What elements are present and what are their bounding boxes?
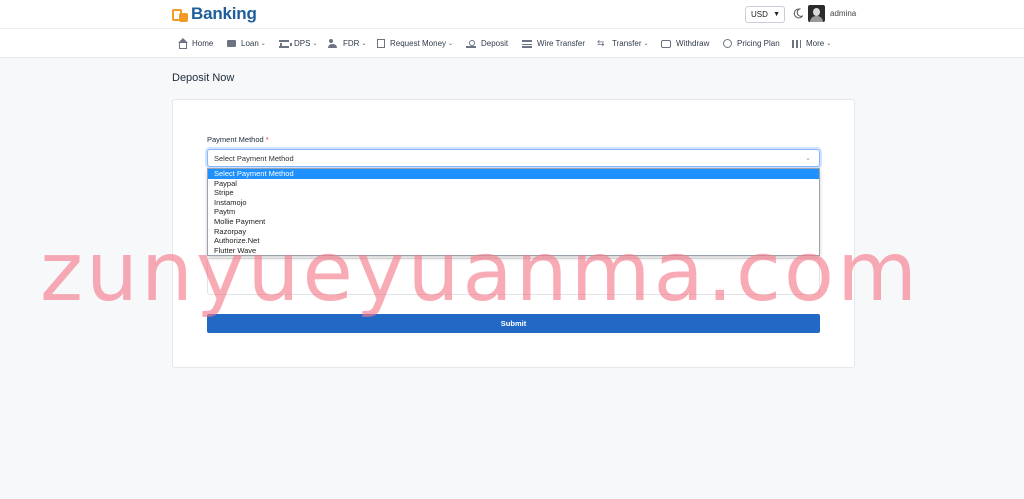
nav-item-wire-transfer[interactable]: Wire Transfer xyxy=(522,29,585,58)
dropdown-option[interactable]: Razorpay xyxy=(208,227,819,237)
dropdown-option[interactable]: Instamojo xyxy=(208,198,819,208)
nav-item-label: Deposit xyxy=(481,39,509,48)
dropdown-option[interactable]: Mollie Payment xyxy=(208,217,819,227)
nav-item-more[interactable]: More ⌄ xyxy=(792,29,831,58)
dropdown-option[interactable]: Flutter Wave xyxy=(208,246,819,256)
chevron-down-icon: ▼ xyxy=(773,11,780,18)
tag-icon xyxy=(723,39,732,48)
chevron-down-icon: ⌄ xyxy=(361,41,367,47)
currency-select[interactable]: USD ▼ xyxy=(745,6,785,23)
chevron-down-icon: ⌄ xyxy=(826,41,832,47)
nav-item-label: Pricing Plan xyxy=(737,39,780,48)
chevron-down-icon: ⌄ xyxy=(805,155,811,162)
wallet-icon xyxy=(661,39,671,48)
nav-item-label: DPS xyxy=(294,39,311,48)
nav-item-withdraw[interactable]: Withdraw xyxy=(661,29,709,58)
grid-icon xyxy=(792,39,801,48)
lines-icon xyxy=(522,39,532,48)
dropdown-option[interactable]: Paypal xyxy=(208,179,819,189)
bank-icon xyxy=(279,39,292,48)
dropdown-option[interactable]: Stripe xyxy=(208,188,819,198)
currency-value: USD xyxy=(751,10,768,19)
payment-method-select[interactable]: Select Payment Method ⌄ xyxy=(207,149,820,167)
loan-icon xyxy=(227,40,236,47)
amount-field[interactable] xyxy=(207,258,820,295)
chevron-down-icon: ⌄ xyxy=(312,41,318,47)
nav-item-pricing-plan[interactable]: Pricing Plan xyxy=(723,29,780,58)
payment-method-label-text: Payment Method xyxy=(207,135,264,144)
document-icon xyxy=(377,39,385,48)
chevron-down-icon: ⌄ xyxy=(448,41,454,47)
page-title: Deposit Now xyxy=(172,72,235,84)
main-nav: Home Loan ⌄ DPS ⌄ FDR ⌄ Request Money ⌄ … xyxy=(0,29,1024,58)
home-icon xyxy=(178,37,188,49)
arrows-icon: ⇆ xyxy=(597,38,605,48)
logo-text: Banking xyxy=(191,4,257,23)
payment-method-selected: Select Payment Method xyxy=(214,153,294,163)
avatar[interactable] xyxy=(808,5,825,22)
payment-method-label: Payment Method * xyxy=(207,135,269,144)
nav-item-label: Loan xyxy=(241,39,259,48)
nav-item-dps[interactable]: DPS ⌄ xyxy=(279,29,317,58)
dark-mode-moon-icon[interactable] xyxy=(793,8,803,19)
nav-item-label: Wire Transfer xyxy=(537,39,586,48)
payment-method-dropdown: Select Payment Method Paypal Stripe Inst… xyxy=(207,168,820,256)
nav-item-request-money[interactable]: Request Money ⌄ xyxy=(377,29,453,58)
nav-item-label: Home xyxy=(192,39,214,48)
nav-item-home[interactable]: Home xyxy=(178,29,214,58)
nav-item-label: Transfer xyxy=(612,39,642,48)
required-mark: * xyxy=(265,135,269,144)
dropdown-option[interactable]: Select Payment Method xyxy=(208,169,819,179)
submit-button[interactable]: Submit xyxy=(207,314,820,333)
logo-icon xyxy=(172,6,189,23)
chevron-down-icon: ⌄ xyxy=(643,41,649,47)
nav-item-loan[interactable]: Loan ⌄ xyxy=(227,29,266,58)
username[interactable]: admina xyxy=(830,9,856,18)
dropdown-option[interactable]: Paytm xyxy=(208,207,819,217)
nav-item-label: More xyxy=(806,39,825,48)
nav-item-label: FDR xyxy=(343,39,360,48)
logo[interactable]: Banking xyxy=(172,3,257,25)
nav-item-label: Request Money xyxy=(390,39,447,48)
nav-item-transfer[interactable]: ⇆ Transfer ⌄ xyxy=(597,29,649,58)
top-header: Banking USD ▼ admina xyxy=(0,0,1024,29)
nav-item-fdr[interactable]: FDR ⌄ xyxy=(328,29,366,58)
nav-item-deposit[interactable]: Deposit xyxy=(466,29,508,58)
dropdown-option[interactable]: Authorize.Net xyxy=(208,236,819,246)
chevron-down-icon: ⌄ xyxy=(260,41,266,47)
users-icon xyxy=(328,39,338,48)
nav-item-label: Withdraw xyxy=(676,39,710,48)
hand-coin-icon xyxy=(466,39,476,48)
